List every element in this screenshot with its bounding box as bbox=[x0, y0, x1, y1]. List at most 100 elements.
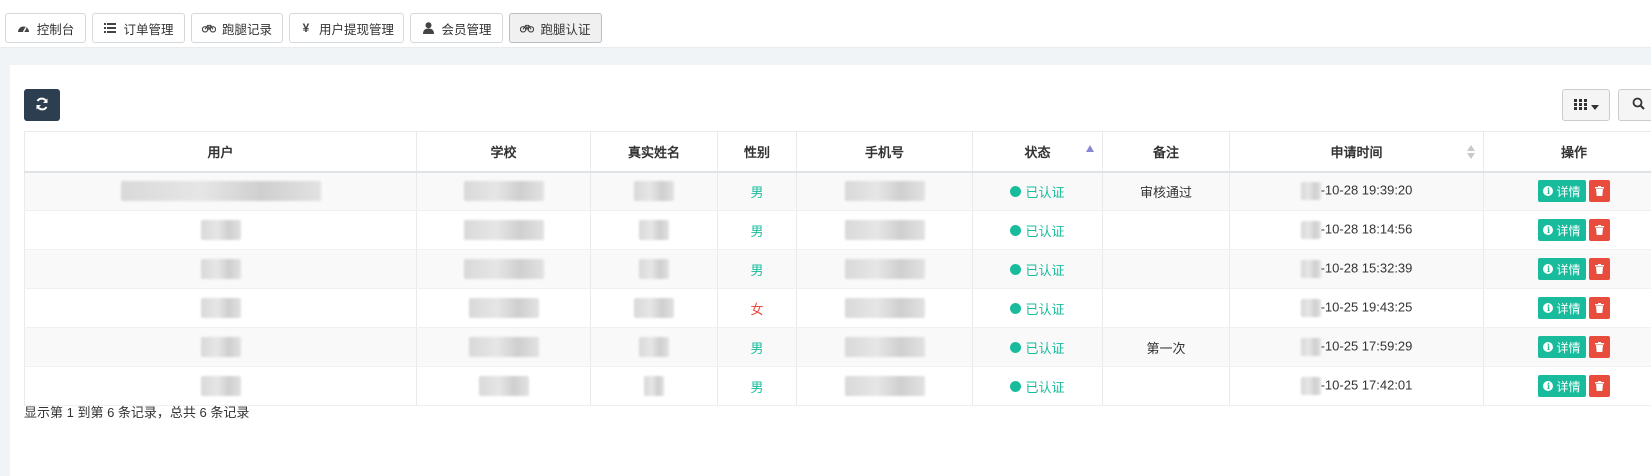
delete-button[interactable] bbox=[1588, 375, 1610, 397]
cell-school bbox=[416, 366, 591, 406]
redacted-text bbox=[639, 259, 669, 279]
header-status[interactable]: 状态 bbox=[972, 131, 1103, 173]
detail-button[interactable]: i 详情 bbox=[1538, 180, 1586, 203]
redacted-text bbox=[1300, 221, 1321, 239]
header-school: 学校 bbox=[416, 131, 591, 173]
cell-apply-time: -10-25 19:43:25 bbox=[1229, 288, 1484, 328]
cell-gender: 男 bbox=[717, 366, 797, 406]
table-header-row: 用户 学校 真实姓名 性别 手机号 状态 备注 申请时间 操作 bbox=[24, 131, 1651, 173]
cell-user bbox=[24, 366, 417, 406]
tab-dashboard[interactable]: 控制台 bbox=[5, 13, 86, 43]
header-actions: 操作 bbox=[1483, 131, 1651, 173]
cell-school bbox=[416, 171, 591, 211]
redacted-text bbox=[463, 181, 544, 202]
tab-errand-records[interactable]: 跑腿记录 bbox=[191, 13, 283, 43]
cell-remark: 审核通过 bbox=[1102, 171, 1230, 211]
columns-toggle-button[interactable] bbox=[1562, 89, 1610, 121]
trash-icon bbox=[1594, 186, 1604, 197]
tab-withdrawals[interactable]: ¥ 用户提现管理 bbox=[289, 13, 404, 43]
cell-gender: 男 bbox=[717, 210, 797, 250]
redacted-text bbox=[478, 376, 529, 396]
cell-user bbox=[24, 171, 417, 211]
detail-button[interactable]: i 详情 bbox=[1538, 219, 1586, 241]
trash-icon bbox=[1594, 342, 1604, 352]
refresh-button[interactable] bbox=[24, 89, 60, 121]
table-row: 女 已认证 -10-25 19:43:25 i 详情 bbox=[24, 288, 1651, 328]
redacted-text bbox=[1300, 182, 1321, 201]
redacted-text bbox=[1300, 338, 1321, 356]
tab-label: 跑腿认证 bbox=[540, 22, 591, 37]
table-row: 男 已认证 -10-28 18:14:56 i 详情 bbox=[24, 210, 1651, 250]
delete-button[interactable] bbox=[1588, 180, 1610, 203]
status-dot-icon bbox=[1010, 380, 1022, 392]
status-dot-icon bbox=[1010, 224, 1022, 236]
cell-status: 已认证 bbox=[972, 327, 1103, 367]
redacted-text bbox=[844, 181, 925, 202]
detail-button[interactable]: i 详情 bbox=[1538, 375, 1586, 397]
cell-actions: i 详情 bbox=[1483, 327, 1651, 367]
cell-phone bbox=[796, 366, 973, 406]
cell-phone bbox=[796, 171, 973, 211]
yen-icon: ¥ bbox=[302, 21, 310, 35]
cell-school bbox=[416, 210, 591, 250]
status-dot-icon bbox=[1010, 341, 1022, 353]
header-user: 用户 bbox=[24, 131, 417, 173]
redacted-text bbox=[463, 259, 544, 279]
cell-actions: i 详情 bbox=[1483, 171, 1651, 211]
cell-remark bbox=[1102, 366, 1230, 406]
redacted-text bbox=[200, 337, 241, 357]
table-row: 男 已认证 -10-25 17:42:01 i 详情 bbox=[24, 366, 1651, 406]
redacted-text bbox=[639, 220, 669, 240]
tab-label: 订单管理 bbox=[123, 22, 174, 37]
tab-members[interactable]: 会员管理 bbox=[410, 13, 503, 43]
redacted-text bbox=[1300, 299, 1321, 317]
cell-user bbox=[24, 249, 417, 289]
header-apply-time[interactable]: 申请时间 bbox=[1229, 131, 1484, 173]
redacted-text bbox=[644, 376, 664, 396]
cell-status: 已认证 bbox=[972, 210, 1103, 250]
cell-actions: i 详情 bbox=[1483, 249, 1651, 289]
status-dot-icon bbox=[1010, 302, 1022, 314]
redacted-text bbox=[844, 220, 925, 240]
cell-user bbox=[24, 210, 417, 250]
top-tab-bar: 控制台 订单管理 跑腿记录 ¥ 用户提现管理 会员管理 跑腿认证 bbox=[0, 0, 1651, 48]
search-icon bbox=[1632, 97, 1645, 113]
trash-icon bbox=[1594, 381, 1604, 391]
cell-user bbox=[24, 327, 417, 367]
search-button[interactable] bbox=[1618, 89, 1651, 121]
redacted-text bbox=[200, 259, 241, 279]
table-row: 男 已认证 第一次 -10-25 17:59:29 i 详情 bbox=[24, 327, 1651, 367]
dashboard-icon bbox=[17, 21, 31, 35]
delete-button[interactable] bbox=[1588, 219, 1610, 241]
delete-button[interactable] bbox=[1588, 258, 1610, 280]
redacted-text bbox=[634, 181, 674, 202]
redacted-text bbox=[844, 298, 925, 318]
cell-status: 已认证 bbox=[972, 171, 1103, 211]
header-remark: 备注 bbox=[1102, 131, 1230, 173]
tab-errand-certification[interactable]: 跑腿认证 bbox=[509, 13, 602, 43]
list-icon bbox=[103, 21, 117, 35]
cell-remark bbox=[1102, 249, 1230, 289]
detail-button[interactable]: i 详情 bbox=[1538, 336, 1586, 358]
sort-icon bbox=[1467, 145, 1475, 161]
redacted-text bbox=[1300, 377, 1321, 395]
detail-button[interactable]: i 详情 bbox=[1538, 258, 1586, 280]
redacted-text bbox=[120, 181, 321, 202]
redacted-text bbox=[639, 337, 669, 357]
info-icon: i bbox=[1543, 342, 1554, 352]
info-icon: i bbox=[1543, 264, 1554, 274]
cell-apply-time: -10-25 17:42:01 bbox=[1229, 366, 1484, 406]
redacted-text bbox=[634, 298, 674, 318]
cell-real-name bbox=[590, 210, 718, 250]
table-row: 男 已认证 审核通过 -10-28 19:39:20 i 详情 bbox=[24, 171, 1651, 211]
tab-orders[interactable]: 订单管理 bbox=[92, 13, 185, 43]
cell-actions: i 详情 bbox=[1483, 210, 1651, 250]
redacted-text bbox=[844, 259, 925, 279]
detail-button[interactable]: i 详情 bbox=[1538, 297, 1586, 319]
header-gender: 性别 bbox=[717, 131, 797, 173]
delete-button[interactable] bbox=[1588, 297, 1610, 319]
trash-icon bbox=[1594, 225, 1604, 235]
cell-real-name bbox=[590, 327, 718, 367]
delete-button[interactable] bbox=[1588, 336, 1610, 358]
trash-icon bbox=[1594, 264, 1604, 274]
